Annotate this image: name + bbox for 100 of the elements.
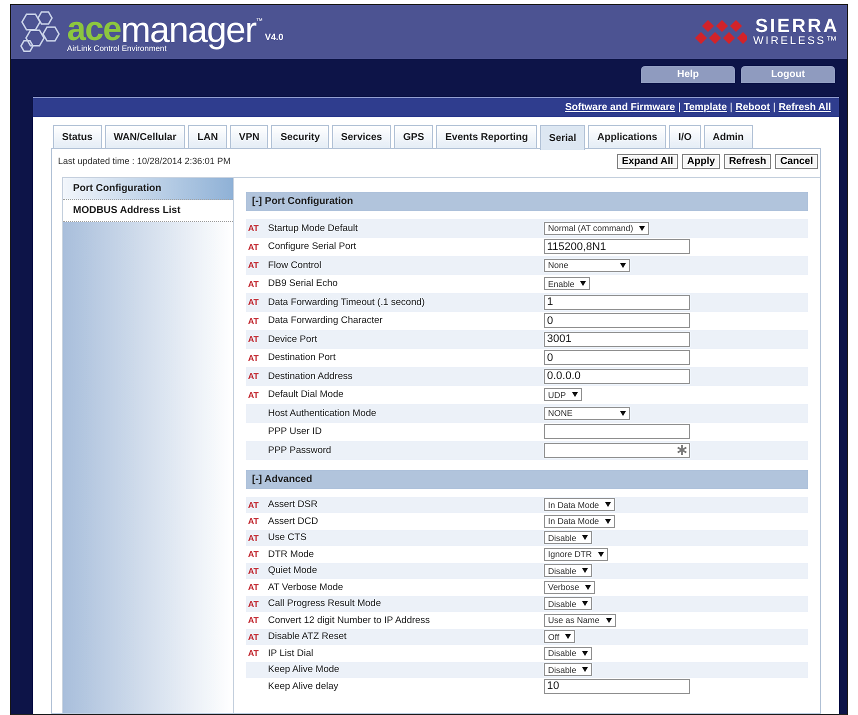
dropdown-arrow-icon (598, 552, 604, 557)
dropdown-arrow-icon (582, 535, 588, 540)
tab[interactable]: Security (271, 125, 329, 148)
input-field[interactable] (544, 424, 690, 440)
at-command-label: AT (248, 297, 259, 308)
field-label: Flow Control (268, 260, 322, 271)
at-command-label: AT (248, 371, 259, 382)
input-field[interactable]: 0.0.0.0 (544, 368, 690, 384)
at-command-label: AT (248, 615, 259, 626)
sidebar-item[interactable]: MODBUS Address List (63, 200, 233, 222)
link[interactable]: Template (684, 102, 727, 113)
tab[interactable]: I/O (669, 125, 701, 148)
tab[interactable]: WAN/Cellular (104, 125, 186, 148)
brand-name: SIERRA (755, 17, 839, 36)
tab[interactable]: Serial (540, 125, 586, 150)
field-label: Assert DCD (268, 516, 320, 527)
at-command-label: AT (248, 598, 259, 609)
at-command-label: AT (248, 582, 259, 592)
at-command-label: AT (248, 500, 259, 510)
dropdown[interactable]: Ignore DTR (544, 548, 608, 561)
field-label: Call Progress Result Mode (268, 598, 382, 610)
action-button[interactable]: Refresh (724, 154, 772, 168)
tab[interactable]: Services (332, 125, 392, 148)
input-field[interactable]: 0 (544, 350, 690, 366)
logo-text: manager (120, 12, 256, 48)
dropdown-arrow-icon (582, 650, 588, 656)
field-label: Device Port (268, 334, 318, 345)
dropdown[interactable]: In Data Mode (544, 498, 616, 512)
dropdown-arrow-icon (606, 618, 612, 623)
dropdown[interactable]: Disable (544, 597, 592, 610)
tab[interactable]: GPS (394, 125, 434, 148)
dropdown[interactable]: NONE (544, 406, 630, 420)
action-button[interactable]: Cancel (775, 154, 818, 168)
dropdown[interactable]: Disable (544, 663, 592, 676)
at-command-label: AT (248, 316, 259, 326)
at-command-label: AT (248, 532, 259, 543)
tab[interactable]: VPN (230, 125, 268, 148)
dropdown-arrow-icon (620, 410, 626, 416)
dropdown[interactable]: Off (544, 630, 576, 644)
brand-name: WIRELESS™ (753, 36, 839, 47)
field-label: Data Forwarding Timeout (.1 second) (268, 296, 426, 308)
input-field[interactable]: 115200,8N1 (544, 239, 690, 254)
field-label: Keep Alive Mode (268, 664, 340, 676)
dropdown[interactable]: Disable (544, 646, 592, 660)
dropdown[interactable]: Normal (AT command) (544, 222, 650, 235)
dropdown[interactable]: In Data Mode (544, 514, 616, 528)
input-field[interactable]: 1 (544, 294, 690, 310)
tab[interactable]: LAN (188, 125, 227, 148)
dropdown-arrow-icon (605, 518, 612, 524)
at-command-label: AT (248, 566, 259, 576)
at-command-label: AT (248, 278, 259, 289)
field-label: Quiet Mode (268, 565, 318, 576)
link[interactable]: Reboot (736, 102, 770, 113)
at-command-label: AT (248, 352, 259, 363)
section-header[interactable]: [-] Advanced (246, 470, 808, 488)
at-command-label: AT (248, 632, 259, 642)
action-button[interactable]: Expand All (616, 154, 678, 168)
separator: | (678, 102, 681, 113)
at-command-label: AT (248, 223, 259, 234)
dropdown-arrow-icon (639, 226, 646, 231)
dropdown-arrow-icon (582, 601, 588, 606)
tab[interactable]: Admin (704, 125, 753, 148)
field-label: Assert DSR (268, 499, 319, 510)
field-label: AT Verbose Mode (268, 582, 344, 593)
field-label: Use CTS (268, 532, 308, 544)
at-command-label: AT (248, 334, 259, 344)
field-label: PPP User ID (268, 426, 323, 438)
link[interactable]: Software and Firmware (565, 102, 676, 113)
logo-text: ace (67, 12, 121, 46)
dropdown[interactable]: None (544, 258, 630, 272)
tab[interactable]: Applications (588, 125, 666, 148)
input-field[interactable]: 10 (544, 678, 690, 694)
tab[interactable]: Events Reporting (436, 125, 538, 148)
tab[interactable]: Status (53, 125, 102, 148)
field-label: Convert 12 digit Number to IP Address (268, 614, 431, 626)
version-label: V4.0 (264, 32, 284, 42)
link[interactable]: Refresh All (778, 102, 831, 113)
asterisk-icon (677, 445, 687, 456)
dropdown-arrow-icon (580, 281, 586, 286)
field-label: Keep Alive delay (268, 680, 340, 692)
at-command-label: AT (248, 648, 259, 658)
field-label: Data Forwarding Character (268, 315, 384, 326)
dropdown[interactable]: Use as Name (544, 614, 616, 627)
input-field[interactable]: 3001 (544, 332, 690, 347)
at-command-label: AT (248, 260, 259, 270)
dropdown-arrow-icon (582, 667, 588, 672)
dropdown[interactable]: Disable (544, 564, 592, 578)
input-field[interactable]: 0 (544, 313, 690, 328)
section-header[interactable]: [-] Port Configuration (246, 192, 808, 211)
at-command-label: AT (248, 549, 259, 560)
dropdown[interactable]: UDP (544, 388, 582, 402)
dropdown[interactable]: Verbose (544, 580, 596, 594)
sidebar-item[interactable]: Port Configuration (63, 178, 233, 200)
action-button[interactable]: Apply (682, 154, 720, 168)
dropdown[interactable]: Enable (544, 277, 590, 290)
field-label: PPP Password (268, 444, 332, 456)
dropdown[interactable]: Disable (544, 531, 592, 544)
password-field[interactable] (544, 442, 690, 458)
dropdown-arrow-icon (585, 584, 592, 590)
at-command-label: AT (248, 516, 259, 526)
